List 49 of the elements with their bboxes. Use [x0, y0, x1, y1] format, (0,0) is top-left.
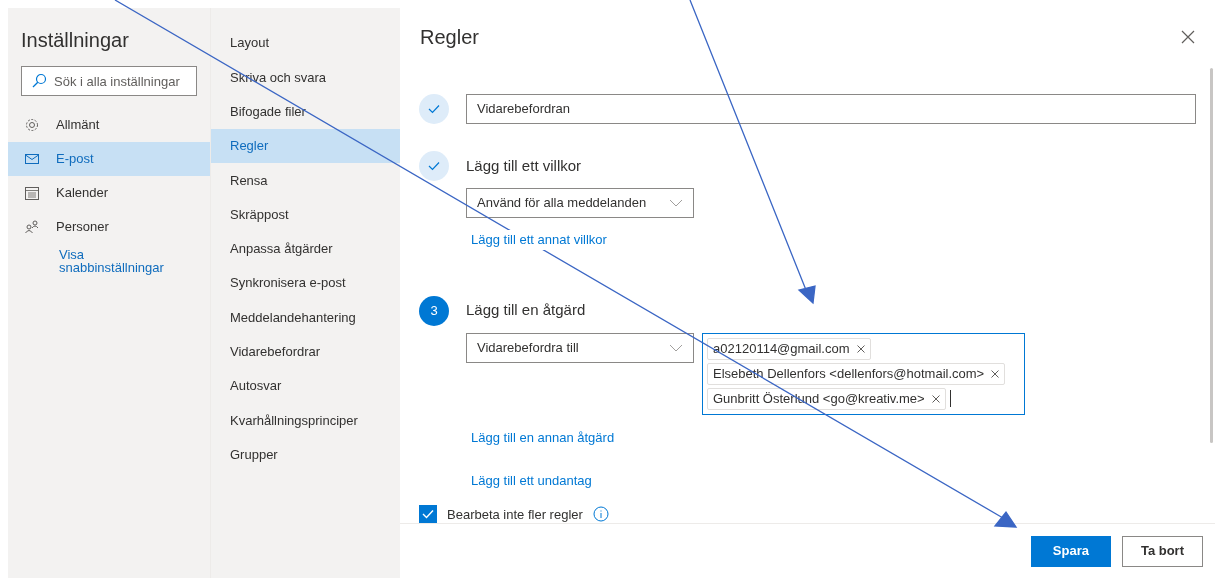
- recipient-chip[interactable]: a02120114@gmail.com: [707, 337, 871, 360]
- dropdown[interactable]: Använd för alla meddelanden: [466, 188, 694, 218]
- remove-icon[interactable]: [991, 369, 1000, 378]
- gear-icon: [24, 117, 40, 133]
- save-button[interactable]: Spara: [1030, 535, 1111, 567]
- info-icon[interactable]: [592, 506, 609, 523]
- dropdown[interactable]: Vidarebefordra till: [466, 332, 694, 363]
- category-item[interactable]: Anpassa åtgärder: [211, 231, 400, 267]
- category-item[interactable]: Regler: [211, 128, 400, 164]
- search-field[interactable]: Sök i alla inställningar: [21, 66, 197, 96]
- search-icon: [31, 73, 47, 89]
- quick-settings-link[interactable]: Visa snabbinställningar: [8, 248, 198, 274]
- close-icon[interactable]: [1181, 29, 1195, 44]
- calendar-icon: [24, 185, 40, 201]
- delete-button[interactable]: Ta bort: [1121, 535, 1203, 567]
- rule-name-field[interactable]: Vidarebefordran: [466, 94, 1196, 124]
- text-cursor: [949, 390, 951, 407]
- step-number: 3: [419, 295, 449, 326]
- category-item[interactable]: Vidarebefordrar: [211, 334, 400, 369]
- category-item[interactable]: Meddelandehantering: [211, 300, 400, 335]
- category-item[interactable]: Rensa: [211, 163, 400, 198]
- mail-icon: [24, 151, 40, 167]
- step-heading: Lägg till en åtgärd: [466, 300, 586, 321]
- category-item[interactable]: Grupper: [211, 437, 400, 472]
- nav-item[interactable]: Allmänt: [8, 108, 210, 142]
- check-icon: [422, 509, 434, 520]
- nav-item[interactable]: Personer: [8, 210, 210, 244]
- category-item[interactable]: Bifogade filer: [211, 94, 400, 129]
- checkbox[interactable]: [419, 505, 437, 523]
- remove-icon[interactable]: [856, 344, 865, 353]
- scrollbar[interactable]: [1210, 68, 1213, 443]
- step-heading: Lägg till ett villkor: [466, 155, 582, 176]
- category-item[interactable]: Synkronisera e-post: [211, 266, 400, 301]
- category-item[interactable]: Layout: [211, 26, 400, 61]
- checkbox-label: Bearbeta inte fler regler: [447, 505, 583, 523]
- category-item[interactable]: Kvarhållningsprinciper: [211, 403, 400, 438]
- category-item[interactable]: Skräppost: [211, 197, 400, 232]
- add-exception-link[interactable]: Lägg till ett undantag: [471, 471, 592, 491]
- chevron-icon: [669, 199, 683, 207]
- category-item[interactable]: Autosvar: [211, 368, 400, 404]
- people-icon: [24, 219, 40, 235]
- nav-item[interactable]: E-post: [8, 142, 210, 176]
- panel-title: Regler: [420, 24, 479, 50]
- chevron-icon: [669, 343, 683, 352]
- remove-icon[interactable]: [931, 394, 940, 403]
- add-condition-link[interactable]: Lägg till ett annat villkor: [471, 230, 607, 250]
- settings-title: Inställningar: [20, 28, 130, 52]
- add-action-link[interactable]: Lägg till en annan åtgärd: [471, 427, 615, 447]
- nav-item[interactable]: Kalender: [8, 176, 210, 210]
